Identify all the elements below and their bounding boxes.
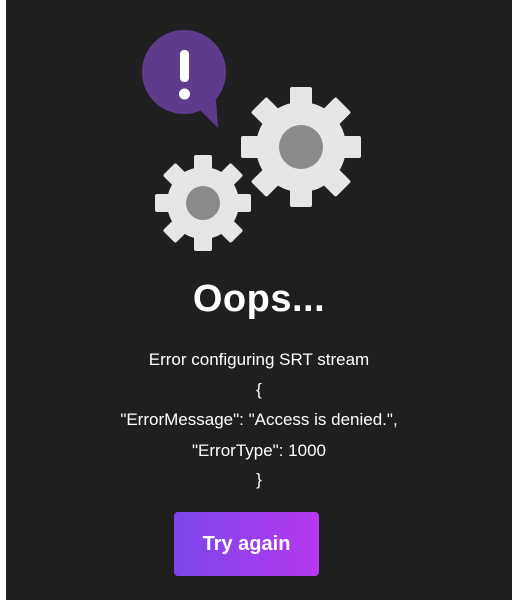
error-title: Oops... (192, 278, 326, 320)
error-message-line: { (256, 380, 262, 399)
error-illustration (142, 30, 361, 251)
error-dialog: Oops... Error configuring SRT stream { "… (6, 0, 512, 600)
error-message-line: } (256, 470, 262, 489)
error-message-line: "ErrorMessage": "Access is denied.", (120, 410, 398, 429)
try-again-button[interactable]: Try again (174, 512, 319, 576)
large-gear-icon (241, 87, 361, 207)
error-message-line: "ErrorType": 1000 (192, 441, 326, 460)
small-gear-icon (155, 155, 251, 251)
error-message-line: Error configuring SRT stream (148, 350, 370, 369)
exclamation-speech-bubble-icon (142, 30, 226, 128)
